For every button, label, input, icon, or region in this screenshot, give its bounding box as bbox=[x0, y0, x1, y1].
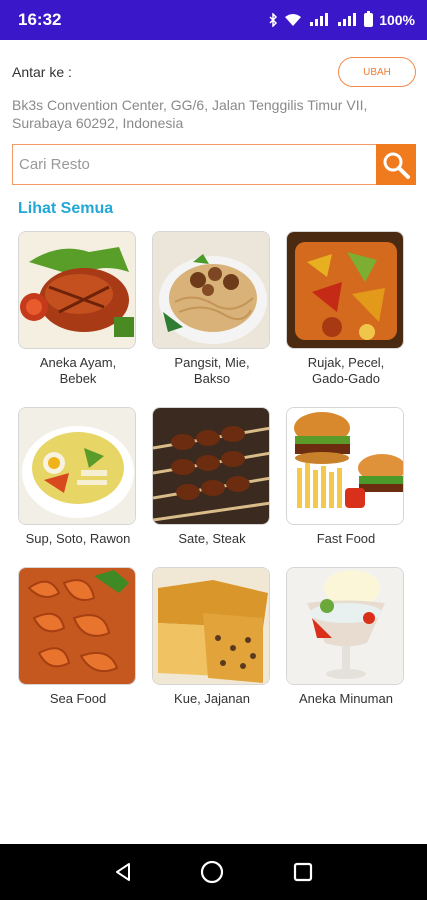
shrimp-image bbox=[18, 567, 136, 685]
category-label: Rujak, Pecel, Gado-Gado bbox=[286, 355, 406, 387]
category-item[interactable]: Sea Food bbox=[18, 567, 138, 707]
signal-icon-2 bbox=[338, 13, 357, 26]
category-label-line2: Gado-Gado bbox=[312, 371, 380, 386]
category-label-line1: Rujak, Pecel, bbox=[307, 355, 385, 370]
battery-icon bbox=[364, 11, 374, 27]
signal-icon bbox=[310, 13, 329, 26]
rujak-image bbox=[286, 231, 404, 349]
bluetooth-icon bbox=[269, 13, 278, 27]
category-label: Fast Food bbox=[286, 531, 406, 547]
burger-fries-image bbox=[286, 407, 404, 525]
battery-level: 100% bbox=[379, 12, 415, 28]
category-item[interactable]: Pangsit, Mie, Bakso bbox=[152, 231, 272, 387]
category-label-line1: Kue, Jajanan bbox=[174, 691, 250, 706]
category-label-line1: Sup, Soto, Rawon bbox=[25, 531, 131, 546]
category-label-line2: Bakso bbox=[193, 371, 231, 386]
status-time: 16:32 bbox=[18, 10, 62, 29]
category-label-line1: Pangsit, Mie, bbox=[174, 355, 250, 370]
deliver-to-label: Antar ke : bbox=[12, 64, 72, 80]
category-label-line2: Bebek bbox=[59, 371, 97, 386]
category-item[interactable]: Aneka Ayam, Bebek bbox=[18, 231, 138, 387]
delivery-address: Bk3s Convention Center, GG/6, Jalan Teng… bbox=[12, 97, 368, 131]
category-item[interactable]: Aneka Minuman bbox=[286, 567, 406, 707]
category-label-line1: Sate, Steak bbox=[178, 531, 246, 546]
iced-drink-image bbox=[286, 567, 404, 685]
category-item[interactable]: Sate, Steak bbox=[152, 407, 272, 547]
category-label: Sup, Soto, Rawon bbox=[18, 531, 138, 547]
see-all-link[interactable]: Lihat Semua bbox=[18, 200, 113, 218]
category-label-line1: Sea Food bbox=[49, 691, 107, 706]
category-label: Aneka Minuman bbox=[286, 691, 406, 707]
soup-image bbox=[18, 407, 136, 525]
category-label-line1: Fast Food bbox=[316, 531, 376, 546]
wifi-icon bbox=[285, 14, 302, 26]
cake-image bbox=[152, 567, 270, 685]
category-label-line1: Aneka Minuman bbox=[299, 691, 393, 706]
category-label: Sea Food bbox=[18, 691, 138, 707]
noodles-image bbox=[152, 231, 270, 349]
grilled-chicken-image bbox=[18, 231, 136, 349]
category-item[interactable]: Fast Food bbox=[286, 407, 406, 547]
search-bar: Cari Resto bbox=[12, 144, 416, 185]
category-label-line1: Aneka Ayam, bbox=[39, 355, 117, 370]
search-button[interactable] bbox=[376, 144, 416, 185]
search-input[interactable]: Cari Resto bbox=[12, 144, 376, 185]
satay-image bbox=[152, 407, 270, 525]
recents-icon[interactable] bbox=[292, 861, 314, 883]
category-item[interactable]: Rujak, Pecel, Gado-Gado bbox=[286, 231, 406, 387]
category-label: Kue, Jajanan bbox=[152, 691, 272, 707]
system-nav-bar bbox=[0, 844, 427, 900]
category-label: Sate, Steak bbox=[152, 531, 272, 547]
category-label: Pangsit, Mie, Bakso bbox=[152, 355, 272, 387]
back-icon[interactable] bbox=[113, 862, 133, 882]
change-address-button[interactable]: UBAH bbox=[338, 57, 416, 87]
search-icon bbox=[383, 152, 410, 179]
status-icons: 100% bbox=[268, 11, 415, 28]
main-content: Antar ke : UBAH Bk3s Convention Center, … bbox=[0, 40, 427, 844]
category-item[interactable]: Sup, Soto, Rawon bbox=[18, 407, 138, 547]
category-label: Aneka Ayam, Bebek bbox=[18, 355, 138, 387]
status-bar: 16:32 100% bbox=[0, 0, 427, 40]
category-item[interactable]: Kue, Jajanan bbox=[152, 567, 272, 707]
home-icon[interactable] bbox=[199, 859, 225, 885]
